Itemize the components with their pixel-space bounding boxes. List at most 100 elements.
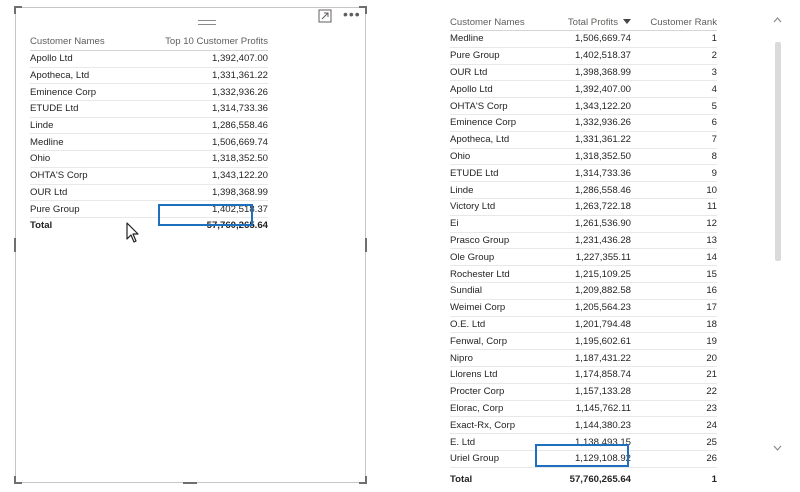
- table-row[interactable]: Ohio 1,318,352.50: [30, 150, 268, 168]
- table-row[interactable]: Medline 1,506,669.74: [30, 133, 268, 152]
- table-row[interactable]: Sundial 1,209,882.58 16: [450, 282, 717, 300]
- scroll-down-icon[interactable]: [773, 444, 782, 452]
- customer-name-cell: Fenwal, Corp: [450, 332, 548, 351]
- table-row[interactable]: OUR Ltd 1,398,368.99: [30, 184, 268, 202]
- customer-name-cell: Linde: [450, 181, 548, 199]
- table-row[interactable]: ETUDE Ltd 1,314,733.36: [30, 100, 268, 118]
- customer-name-cell: Ohio: [450, 148, 548, 166]
- customer-name-cell: ETUDE Ltd: [450, 164, 548, 183]
- table-row[interactable]: Apollo Ltd 1,392,407.00 4: [450, 80, 717, 99]
- table-row[interactable]: OUR Ltd 1,398,368.99 3: [450, 64, 717, 82]
- column-header-customer-rank[interactable]: Customer Rank: [631, 14, 717, 31]
- table-row[interactable]: Eminence Corp 1,332,936.26: [30, 83, 268, 102]
- resize-handle-bottom-right-v[interactable]: [365, 476, 367, 484]
- table-row[interactable]: Medline 1,506,669.74 1: [450, 30, 717, 48]
- total-profit-cell: 1,398,368.99: [548, 64, 631, 82]
- customer-name-cell: Eminence Corp: [30, 83, 160, 102]
- customer-rank-cell: 24: [631, 416, 717, 435]
- table-row[interactable]: Ei 1,261,536.90 12: [450, 215, 717, 233]
- customer-name-cell: Procter Corp: [450, 383, 548, 401]
- table-row[interactable]: Apotheca, Ltd 1,331,361.22: [30, 67, 268, 85]
- table-row[interactable]: OHTA'S Corp 1,343,122.20: [30, 167, 268, 185]
- customer-name-cell: Llorens Ltd: [450, 366, 548, 384]
- drag-grip-icon[interactable]: [198, 20, 216, 21]
- total-profit-cell: 1,201,794.48: [548, 316, 631, 334]
- table-header-row: Customer Names Total Profits Customer Ra…: [450, 14, 717, 31]
- focus-mode-icon[interactable]: [318, 9, 332, 23]
- total-profit-cell: 1,332,936.26: [548, 114, 631, 132]
- resize-handle-top-right-v[interactable]: [365, 6, 367, 14]
- table-row[interactable]: Procter Corp 1,157,133.28 22: [450, 383, 717, 401]
- table-row[interactable]: Nipro 1,187,431.22 20: [450, 349, 717, 367]
- table-row[interactable]: Eminence Corp 1,332,936.26 6: [450, 114, 717, 132]
- customer-name-cell: Pure Group: [30, 200, 160, 218]
- table-row[interactable]: Elorac, Corp 1,145,762.11 23: [450, 400, 717, 418]
- total-profit-cell: 1,157,133.28: [548, 383, 631, 401]
- customer-name-cell: Pure Group: [450, 47, 548, 65]
- total-profit-cell: 1,227,355.11: [548, 248, 631, 267]
- customer-rank-cell: 1: [631, 30, 717, 48]
- table-row[interactable]: Ohio 1,318,352.50 8: [450, 148, 717, 166]
- table-row[interactable]: Rochester Ltd 1,215,109.25 15: [450, 265, 717, 283]
- column-header-total-profits[interactable]: Total Profits: [548, 14, 631, 31]
- resize-handle-top-left-v[interactable]: [14, 6, 16, 14]
- customer-name-cell: Apollo Ltd: [30, 50, 160, 68]
- mouse-cursor-icon: [126, 222, 139, 243]
- customer-name-cell: OUR Ltd: [30, 184, 160, 202]
- resize-handle-left-mid[interactable]: [14, 238, 16, 252]
- customer-name-cell: Apotheca, Ltd: [30, 67, 160, 85]
- column-header-top10-profits[interactable]: Top 10 Customer Profits: [160, 33, 268, 51]
- total-label: Total: [450, 466, 548, 492]
- table-row[interactable]: Exact-Rx, Corp 1,144,380.23 24: [450, 416, 717, 435]
- table-row[interactable]: O.E. Ltd 1,201,794.48 18: [450, 316, 717, 334]
- customer-rank-cell: 18: [631, 316, 717, 334]
- table-row[interactable]: Linde 1,286,558.46 10: [450, 181, 717, 199]
- table-row[interactable]: Fenwal, Corp 1,195,602.61 19: [450, 332, 717, 351]
- resize-handle-bottom-mid[interactable]: [183, 482, 197, 484]
- table-row[interactable]: OHTA'S Corp 1,343,122.20 5: [450, 97, 717, 115]
- table-row[interactable]: Apotheca, Ltd 1,331,361.22 7: [450, 131, 717, 149]
- customer-name-cell: Sundial: [450, 282, 548, 300]
- customer-rank-cell: 8: [631, 148, 717, 166]
- more-options-icon[interactable]: •••: [343, 7, 361, 21]
- customer-name-cell: Ole Group: [450, 248, 548, 267]
- customer-rank-cell: 11: [631, 198, 717, 216]
- sort-descending-icon[interactable]: [623, 19, 631, 25]
- table-row[interactable]: Victory Ltd 1,263,722.18 11: [450, 198, 717, 216]
- customer-name-cell: OHTA'S Corp: [30, 167, 160, 185]
- resize-handle-right-mid[interactable]: [365, 238, 367, 252]
- customer-name-cell: OUR Ltd: [450, 64, 548, 82]
- customer-rank-cell: 4: [631, 80, 717, 99]
- total-row: Total 57,760,265.64 1: [450, 466, 717, 492]
- resize-handle-bottom-left-v[interactable]: [14, 476, 16, 484]
- table-row[interactable]: Pure Group 1,402,518.37 2: [450, 47, 717, 65]
- scrollbar-thumb[interactable]: [775, 42, 781, 261]
- table-row[interactable]: Apollo Ltd 1,392,407.00: [30, 50, 268, 68]
- customer-name-cell: O.E. Ltd: [450, 316, 548, 334]
- left-total-highlight: [158, 204, 253, 226]
- customer-rank-cell: 7: [631, 131, 717, 149]
- total-profit-cell: 1,331,361.22: [548, 131, 631, 149]
- table-row[interactable]: ETUDE Ltd 1,314,733.36 9: [450, 164, 717, 183]
- customer-rank-cell: 2: [631, 47, 717, 65]
- table-row[interactable]: Ole Group 1,227,355.11 14: [450, 248, 717, 267]
- customer-name-cell: Prasco Group: [450, 232, 548, 250]
- customer-name-cell: Nipro: [450, 349, 548, 367]
- customer-rank-cell: 12: [631, 215, 717, 233]
- scroll-up-icon[interactable]: [773, 16, 782, 24]
- profit-value-cell: 1,331,361.22: [160, 67, 268, 85]
- table-header-row: Customer Names Top 10 Customer Profits: [30, 33, 268, 51]
- customer-rank-cell: 23: [631, 400, 717, 418]
- customer-name-cell: Uriel Group: [450, 450, 548, 468]
- table-row[interactable]: Llorens Ltd 1,174,858.74 21: [450, 366, 717, 384]
- column-header-customer-names[interactable]: Customer Names: [30, 33, 160, 51]
- profit-value-cell: 1,332,936.26: [160, 83, 268, 102]
- total-profit-cell: 1,314,733.36: [548, 164, 631, 183]
- table-row[interactable]: Weimei Corp 1,205,564.23 17: [450, 299, 717, 317]
- column-header-customer-names[interactable]: Customer Names: [450, 14, 548, 31]
- customer-rank-cell: 10: [631, 181, 717, 199]
- total-profit-cell: 1,174,858.74: [548, 366, 631, 384]
- table-row[interactable]: Prasco Group 1,231,436.28 13: [450, 232, 717, 250]
- table-row[interactable]: Linde 1,286,558.46: [30, 117, 268, 135]
- total-profits-rank-table: Customer Names Total Profits Customer Ra…: [450, 14, 717, 492]
